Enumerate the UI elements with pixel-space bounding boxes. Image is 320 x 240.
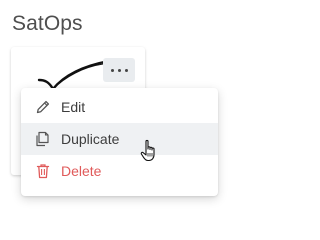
copy-icon: [35, 131, 51, 147]
menu-item-delete[interactable]: Delete: [21, 155, 218, 187]
menu-item-label: Delete: [61, 163, 102, 179]
trash-icon: [35, 163, 51, 179]
menu-item-label: Edit: [61, 99, 86, 115]
signature-checkmark-logo: [37, 59, 111, 91]
more-options-button[interactable]: [103, 58, 135, 82]
pencil-icon: [35, 99, 51, 115]
menu-item-edit[interactable]: Edit: [21, 91, 218, 123]
page-title: SatOps: [12, 12, 83, 35]
menu-item-label: Duplicate: [61, 131, 120, 147]
context-menu: Edit Duplicate Delete: [21, 88, 218, 196]
more-options-icon: [110, 68, 128, 72]
menu-item-duplicate[interactable]: Duplicate: [21, 123, 218, 155]
